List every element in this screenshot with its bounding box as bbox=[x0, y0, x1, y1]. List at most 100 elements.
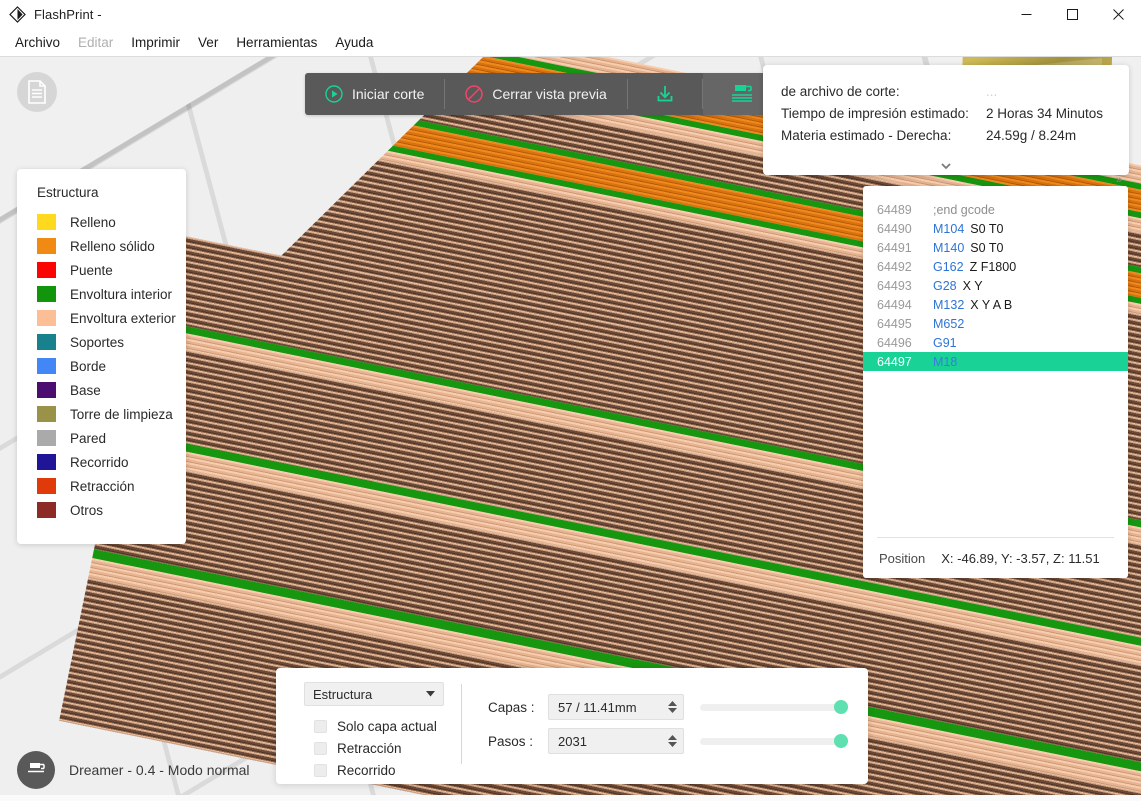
gcode-line-number: 64493 bbox=[877, 278, 912, 293]
maximize-button[interactable] bbox=[1049, 0, 1095, 29]
menu-item-imprimir[interactable]: Imprimir bbox=[122, 31, 189, 54]
gcode-line[interactable]: 64494 M132 X Y A B bbox=[863, 295, 1128, 314]
minimize-button[interactable] bbox=[1003, 0, 1049, 29]
download-icon bbox=[657, 86, 673, 102]
checkbox-label: Retracción bbox=[337, 740, 402, 756]
info-label-time: Tiempo de impresión estimado: bbox=[781, 106, 969, 121]
save-gcode-button[interactable] bbox=[628, 73, 702, 115]
checkbox-retraccion[interactable]: Retracción bbox=[304, 737, 461, 759]
gcode-line[interactable]: 64496 G91 bbox=[863, 333, 1128, 352]
checkbox-box[interactable] bbox=[314, 763, 327, 777]
checkbox-solo-capa-actual[interactable]: Solo capa actual bbox=[304, 715, 461, 737]
layers-label: Capas : bbox=[488, 699, 535, 715]
gcode-line-number: 64494 bbox=[877, 297, 912, 312]
steps-spinner[interactable]: 2031 bbox=[548, 728, 684, 754]
view-mode-dropdown[interactable]: Estructura bbox=[304, 682, 444, 706]
legend-item-envoltura-interior[interactable]: Envoltura interior bbox=[37, 282, 186, 306]
legend-item-base[interactable]: Base bbox=[37, 378, 186, 402]
legend-item-envoltura-exterior[interactable]: Envoltura exterior bbox=[37, 306, 186, 330]
menu-item-archivo[interactable]: Archivo bbox=[6, 31, 69, 54]
legend-item-retraccion[interactable]: Retracción bbox=[37, 474, 186, 498]
legend-item-borde[interactable]: Borde bbox=[37, 354, 186, 378]
document-button[interactable] bbox=[17, 72, 57, 112]
chevrons-right-icon[interactable]: » bbox=[1116, 175, 1122, 186]
legend-swatch bbox=[37, 286, 56, 302]
legend-item-puente[interactable]: Puente bbox=[37, 258, 186, 282]
gcode-line[interactable]: 64489 ;end gcode bbox=[863, 200, 1128, 219]
gcode-line-number: 64497 bbox=[877, 354, 912, 369]
legend-swatch bbox=[37, 502, 56, 518]
checkbox-label: Recorrido bbox=[337, 762, 396, 778]
gcode-line[interactable]: 64491 M140 S0 T0 bbox=[863, 238, 1128, 257]
gcode-line-list[interactable]: 64489 ;end gcode 64490 M104 S0 T0 64491 … bbox=[863, 186, 1128, 537]
gcode-line[interactable]: 64490 M104 S0 T0 bbox=[863, 219, 1128, 238]
legend-item-soportes[interactable]: Soportes bbox=[37, 330, 186, 354]
layers-slider-track[interactable] bbox=[700, 703, 848, 711]
info-value-file: ... bbox=[986, 84, 998, 99]
gcode-line-command: G28 bbox=[933, 278, 957, 293]
layers-slider[interactable] bbox=[700, 697, 848, 717]
legend-label: Base bbox=[70, 382, 101, 398]
legend-item-otros[interactable]: Otros bbox=[37, 498, 186, 522]
no-entry-icon bbox=[465, 85, 484, 103]
structure-legend-panel: Estructura Relleno Relleno sólido Puente… bbox=[17, 169, 186, 544]
steps-slider-handle[interactable] bbox=[834, 734, 848, 748]
checkbox-label: Solo capa actual bbox=[337, 718, 437, 734]
legend-label: Soportes bbox=[70, 334, 125, 350]
gcode-line[interactable]: 64492 G162 Z F1800 bbox=[863, 257, 1128, 276]
menu-item-herramientas[interactable]: Herramientas bbox=[227, 31, 326, 54]
display-options: Solo capa actual Retracción Recorrido bbox=[304, 715, 461, 781]
gcode-line[interactable]: 64495 M652 bbox=[863, 314, 1128, 333]
position-label: Position bbox=[879, 550, 926, 566]
gcode-position-footer: Position X: -46.89, Y: -3.57, Z: 11.51 bbox=[863, 538, 1128, 578]
legend-item-relleno-solido[interactable]: Relleno sólido bbox=[37, 234, 186, 258]
info-value-material: 24.59g / 8.24m bbox=[986, 128, 1077, 143]
start-slice-button[interactable]: Iniciar corte bbox=[305, 73, 444, 115]
updown-arrows-icon[interactable] bbox=[668, 701, 677, 713]
layer-control-panel: Estructura Solo capa actual Retracción R… bbox=[276, 668, 868, 784]
gcode-line-args: S0 T0 bbox=[970, 240, 1004, 255]
menu-item-ver[interactable]: Ver bbox=[189, 31, 227, 54]
info-label-material: Materia estimado - Derecha: bbox=[781, 128, 952, 143]
printer-status-bar[interactable]: Dreamer - 0.4 - Modo normal bbox=[17, 751, 250, 789]
gcode-line-command: M18 bbox=[933, 354, 958, 369]
checkbox-box[interactable] bbox=[314, 741, 327, 755]
legend-label: Torre de limpieza bbox=[70, 406, 173, 422]
legend-label: Retracción bbox=[70, 478, 135, 494]
updown-arrows-icon[interactable] bbox=[668, 735, 677, 747]
legend-label: Borde bbox=[70, 358, 107, 374]
legend-swatch bbox=[37, 478, 56, 494]
legend-list: Relleno Relleno sólido Puente Envoltura … bbox=[17, 210, 186, 522]
gcode-line-args: S0 T0 bbox=[970, 221, 1004, 236]
legend-item-torre-de-limpieza[interactable]: Torre de limpieza bbox=[37, 402, 186, 426]
view-mode-value: Estructura bbox=[313, 686, 373, 702]
layers-spinner[interactable]: 57 / 11.41mm bbox=[548, 694, 684, 720]
title-bar: FlashPrint - bbox=[0, 0, 1141, 29]
layers-slider-handle[interactable] bbox=[834, 700, 848, 714]
checkbox-recorrido[interactable]: Recorrido bbox=[304, 759, 461, 781]
close-button[interactable] bbox=[1095, 0, 1141, 29]
legend-label: Envoltura exterior bbox=[70, 310, 176, 326]
gcode-line[interactable]: 64493 G28 X Y bbox=[863, 276, 1128, 295]
close-preview-label: Cerrar vista previa bbox=[492, 86, 607, 102]
legend-item-relleno[interactable]: Relleno bbox=[37, 210, 186, 234]
steps-label: Pasos : bbox=[488, 733, 534, 749]
legend-item-recorrido[interactable]: Recorrido bbox=[37, 450, 186, 474]
legend-item-pared[interactable]: Pared bbox=[37, 426, 186, 450]
steps-slider[interactable] bbox=[700, 731, 848, 751]
menu-item-ayuda[interactable]: Ayuda bbox=[326, 31, 382, 54]
gcode-line-command: M104 bbox=[933, 221, 965, 236]
gcode-line-command: G162 bbox=[933, 259, 964, 274]
steps-slider-track[interactable] bbox=[700, 737, 848, 745]
gcode-line-selected[interactable]: 64497 M18 bbox=[863, 352, 1128, 371]
legend-swatch bbox=[37, 382, 56, 398]
start-slice-label: Iniciar corte bbox=[352, 86, 425, 102]
chevron-down-icon bbox=[426, 691, 435, 697]
info-row-material: Materia estimado - Derecha: 24.59g / 8.2… bbox=[781, 125, 1111, 147]
info-panel-collapse-button[interactable] bbox=[939, 161, 953, 171]
gcode-line-number: 64492 bbox=[877, 259, 912, 274]
close-preview-button[interactable]: Cerrar vista previa bbox=[445, 73, 626, 115]
checkbox-box[interactable] bbox=[314, 719, 327, 733]
close-icon bbox=[1112, 9, 1124, 20]
legend-swatch bbox=[37, 214, 56, 230]
